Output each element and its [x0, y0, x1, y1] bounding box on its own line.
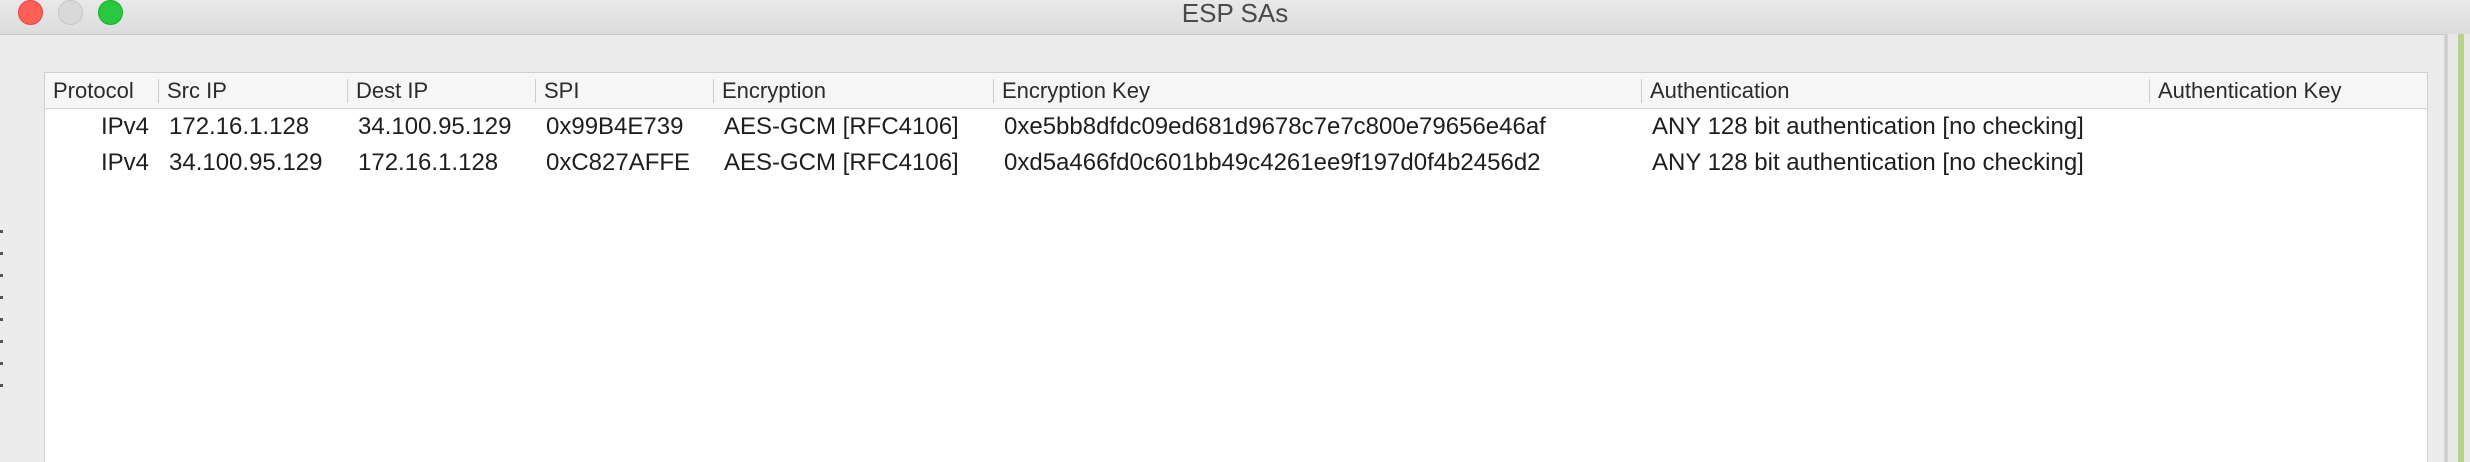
authentication-cell: ANY 128 bit authentication [no checking] [1652, 113, 2084, 140]
spi-cell: 0x99B4E739 [546, 113, 684, 140]
column-header-protocol[interactable]: Protocol [45, 73, 159, 109]
title-bar[interactable]: ESP SAs [0, 0, 2470, 35]
column-header-src-ip[interactable]: Src IP [159, 73, 348, 109]
column-header-authentication-key[interactable]: Authentication Key [2150, 73, 2427, 109]
esp-sas-window: ESP SAs Protocol Src IP Dest IP SPI Encr… [0, 0, 2470, 462]
window-title: ESP SAs [1181, 0, 1289, 28]
spi-cell: 0xC827AFFE [546, 149, 691, 176]
column-header-spi[interactable]: SPI [536, 73, 714, 109]
background-window-stripe [2458, 34, 2464, 462]
encryption-cell: AES-GCM [RFC4106] [724, 113, 959, 140]
authentication-key-cell [2150, 109, 2427, 145]
encryption-key-cell: 0xd5a466fd0c601bb49c4261ee9f197d0f4b2456… [1004, 149, 1541, 176]
column-header-encryption-key[interactable]: Encryption Key [994, 73, 1642, 109]
background-window-edge [0, 230, 3, 390]
src-ip-cell: 34.100.95.129 [169, 149, 323, 176]
column-header-dest-ip[interactable]: Dest IP [348, 73, 536, 109]
protocol-cell: IPv4 [100, 149, 149, 176]
authentication-cell: ANY 128 bit authentication [no checking] [1652, 149, 2084, 176]
table-row[interactable]: IPv4 172.16.1.128 34.100.95.129 0x99B4E7… [45, 109, 2427, 145]
dest-ip-cell: 172.16.1.128 [358, 149, 499, 176]
table-row[interactable]: IPv4 34.100.95.129 172.16.1.128 0xC827AF… [45, 145, 2427, 181]
dest-ip-cell: 34.100.95.129 [358, 113, 512, 140]
encryption-key-cell: 0xe5bb8dfdc09ed681d9678c7e7c800e79656e46… [1004, 113, 1546, 140]
table-header: Protocol Src IP Dest IP SPI Encryption E… [45, 73, 2427, 109]
column-header-encryption[interactable]: Encryption [714, 73, 994, 109]
protocol-cell: IPv4 [100, 113, 149, 140]
column-header-authentication[interactable]: Authentication [1642, 73, 2150, 109]
src-ip-cell: 172.16.1.128 [169, 113, 310, 140]
window-right-edge [2444, 34, 2470, 462]
encryption-cell: AES-GCM [RFC4106] [724, 149, 959, 176]
authentication-key-cell [2150, 145, 2427, 181]
esp-sa-table: Protocol Src IP Dest IP SPI Encryption E… [44, 72, 2428, 462]
